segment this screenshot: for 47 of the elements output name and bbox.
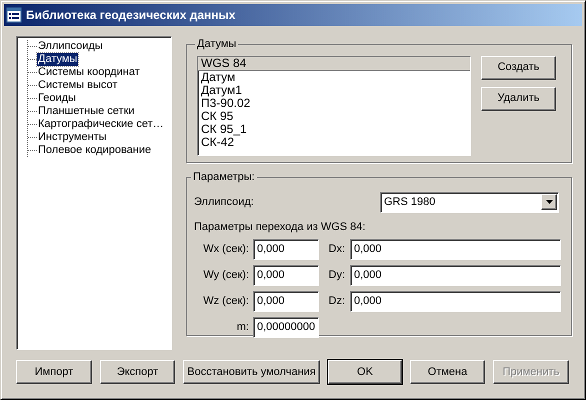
field-label: Dy:: [328, 268, 346, 284]
tree-item[interactable]: Геоиды: [37, 92, 77, 105]
field-label: Wy (сек):: [202, 268, 250, 284]
create-button[interactable]: Создать: [481, 56, 556, 80]
tree-item[interactable]: Планшетные сетки: [37, 105, 136, 118]
field-label: Dz:: [328, 294, 346, 310]
datum-item[interactable]: СК-42: [198, 136, 470, 148]
datum-item[interactable]: Датум: [198, 70, 470, 84]
field-label: Dx:: [328, 242, 346, 258]
ellipsoid-dropdown[interactable]: GRS 1980: [380, 192, 559, 212]
tree-item[interactable]: Инструменты: [37, 131, 108, 144]
tree-item[interactable]: Картографические сет…: [37, 118, 165, 131]
field-label: m:: [236, 320, 250, 336]
tree-item[interactable]: Системы координат: [37, 66, 141, 79]
datum-item[interactable]: WGS 84: [198, 56, 470, 70]
group-title: Параметры:: [192, 170, 256, 185]
datum-item[interactable]: СК 95_1: [198, 122, 470, 136]
cancel-button[interactable]: Отмена: [410, 360, 485, 384]
dropdown-arrow-button[interactable]: [541, 194, 557, 210]
import-button[interactable]: Импорт: [16, 360, 92, 384]
window-title: Библиотека геодезических данных: [26, 7, 236, 24]
ellipsoid-label: Эллипсоид:: [194, 194, 254, 210]
field-label: Wx (сек):: [202, 242, 250, 258]
value-field[interactable]: 0,000: [350, 265, 561, 286]
value-field[interactable]: 0,000: [350, 291, 561, 312]
tree-item[interactable]: Датумы: [37, 53, 78, 66]
value-field[interactable]: 0,000: [253, 239, 319, 260]
group-title: Датумы: [196, 37, 238, 52]
restore-defaults-button[interactable]: Восстановить умолчания: [183, 360, 320, 384]
dropdown-value: GRS 1980: [384, 194, 436, 210]
tree-item[interactable]: Системы высот: [37, 79, 118, 92]
value-field[interactable]: 0,00000000: [253, 317, 319, 338]
list-window-icon: [6, 7, 22, 23]
datum-item[interactable]: П3-90.02: [198, 96, 470, 110]
datum-item[interactable]: СК 95: [198, 110, 470, 122]
caret-icon: [546, 200, 552, 204]
value-field[interactable]: 0,000: [350, 239, 561, 260]
delete-button[interactable]: Удалить: [481, 86, 556, 110]
field-label: Wz (сек):: [202, 294, 250, 310]
datum-item[interactable]: Датум1: [198, 84, 470, 96]
value-field[interactable]: 0,000: [253, 265, 319, 286]
transition-label: Параметры перехода из WGS 84:: [193, 220, 366, 234]
export-button[interactable]: Экспорт: [100, 360, 175, 384]
tree-item[interactable]: Полевое кодирование: [37, 144, 152, 157]
tree-item[interactable]: Эллипсоиды: [37, 40, 104, 53]
value-field[interactable]: 0,000: [253, 291, 319, 312]
ok-button[interactable]: OK: [328, 360, 402, 384]
